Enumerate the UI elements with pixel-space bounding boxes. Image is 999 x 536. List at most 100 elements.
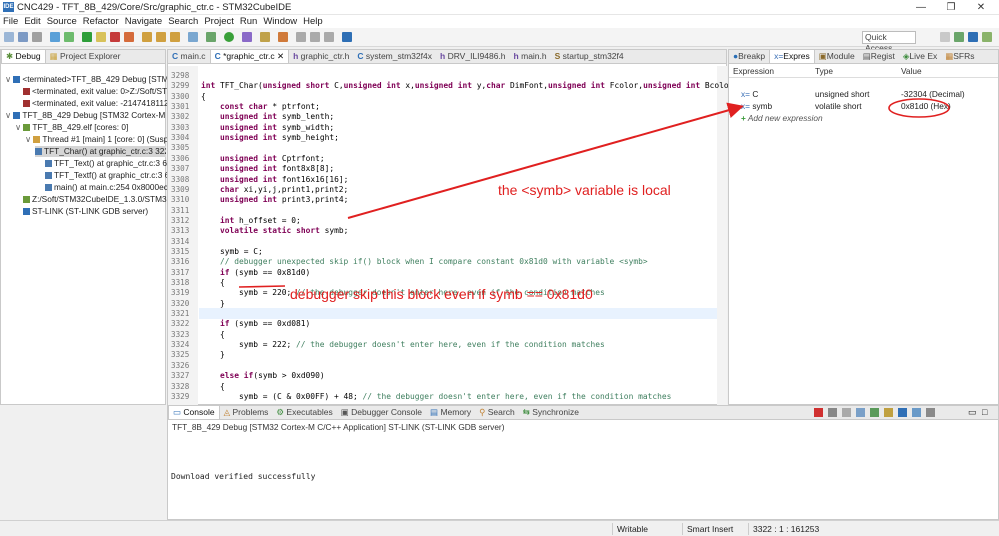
- code-line[interactable]: unsigned int symb_width;: [201, 123, 334, 132]
- tree-item[interactable]: ∨ <terminated>TFT_8B_429 Debug [STM32: [5, 74, 178, 85]
- code-line[interactable]: char xi,yi,j,print1,print2;: [201, 185, 348, 194]
- perspective-cpp-icon[interactable]: [968, 32, 978, 42]
- menu-navigate[interactable]: Navigate: [122, 15, 166, 28]
- tree-item-selected[interactable]: TFT_Char() at graphic_ctr.c:3 322: [35, 146, 166, 157]
- minimize-view-icon[interactable]: ▭: [968, 407, 977, 418]
- next-annotation-icon[interactable]: [296, 32, 306, 42]
- remove-all-icon[interactable]: [842, 408, 851, 417]
- menu-refactor[interactable]: Refactor: [80, 15, 122, 28]
- code-line[interactable]: unsigned int symb_lenth;: [201, 112, 334, 121]
- column-expression[interactable]: Expression: [733, 66, 774, 77]
- tab-registers[interactable]: ▤Regist: [859, 50, 899, 63]
- tree-item[interactable]: ∨ TFT_8B_429 Debug [STM32 Cortex-M C/C: [5, 110, 182, 121]
- code-line[interactable]: else if(symb > 0xd090): [201, 371, 325, 380]
- minimize-icon[interactable]: —: [906, 0, 936, 15]
- code-line[interactable]: {: [201, 382, 225, 391]
- close-icon[interactable]: ✕: [966, 0, 996, 15]
- menu-run[interactable]: Run: [237, 15, 260, 28]
- menu-help[interactable]: Help: [300, 15, 326, 28]
- tab-debugger-console[interactable]: ▣ Debugger Console: [337, 406, 426, 419]
- maximize-view-icon[interactable]: □: [982, 407, 987, 417]
- menu-edit[interactable]: Edit: [21, 15, 43, 28]
- open-perspective-icon[interactable]: [940, 32, 950, 42]
- code-line[interactable]: {: [201, 330, 225, 339]
- code-line[interactable]: unsigned int print3,print4;: [201, 195, 348, 204]
- menu-source[interactable]: Source: [44, 15, 80, 28]
- editor-tab[interactable]: h graphic_ctr.h: [289, 50, 353, 63]
- tree-item[interactable]: <terminated, exit value: -2147418112:: [23, 98, 171, 109]
- code-line[interactable]: int TFT_Char(unsigned short C,unsigned i…: [201, 81, 729, 90]
- tab-modules[interactable]: ▣Module: [815, 50, 859, 63]
- tab-project-explorer[interactable]: ▦ Project Explorer: [46, 50, 125, 63]
- code-line[interactable]: {: [201, 278, 225, 287]
- external-tools-icon[interactable]: [242, 32, 252, 42]
- code-line[interactable]: const char * ptrfont;: [201, 102, 320, 111]
- menu-file[interactable]: File: [0, 15, 21, 28]
- code-line[interactable]: volatile static short symb;: [201, 226, 348, 235]
- open-type-icon[interactable]: [260, 32, 270, 42]
- new-icon[interactable]: [4, 32, 14, 42]
- device-config-icon[interactable]: [342, 32, 352, 42]
- build-icon[interactable]: [50, 32, 60, 42]
- menu-window[interactable]: Window: [260, 15, 300, 28]
- tree-item[interactable]: <terminated, exit value: 0>Z:/Soft/STM: [23, 86, 174, 97]
- run-icon[interactable]: [224, 32, 234, 42]
- code-line[interactable]: // debugger unexpected skip if() block w…: [201, 257, 648, 266]
- display-console-icon[interactable]: [912, 408, 921, 417]
- tab-breakpoints[interactable]: ●Breakp: [729, 50, 769, 63]
- open-console-icon[interactable]: [926, 408, 935, 417]
- instruction-step-icon[interactable]: [188, 32, 198, 42]
- suspend-icon[interactable]: [96, 32, 106, 42]
- tab-debug[interactable]: ✱ Debug: [1, 50, 46, 63]
- word-wrap-icon[interactable]: [884, 408, 893, 417]
- editor-tab[interactable]: C system_stm32f4x: [353, 50, 436, 63]
- expression-row[interactable]: x= C: [741, 89, 758, 100]
- code-line[interactable]: {: [201, 92, 206, 101]
- tab-expressions[interactable]: x=Expres: [769, 50, 815, 63]
- back-icon[interactable]: [310, 32, 320, 42]
- tree-item[interactable]: Z:/Soft/STM32CubeIDE_1.3.0/STM32C: [23, 194, 177, 205]
- step-over-icon[interactable]: [156, 32, 166, 42]
- code-line[interactable]: if (symb == 0xd081): [201, 319, 310, 328]
- step-return-icon[interactable]: [170, 32, 180, 42]
- scroll-lock-icon[interactable]: [870, 408, 879, 417]
- tab-sfrs[interactable]: ▦SFRs: [941, 50, 978, 63]
- code-line[interactable]: }: [201, 299, 225, 308]
- resume-icon[interactable]: [82, 32, 92, 42]
- tab-console[interactable]: ▭ Console: [168, 406, 220, 419]
- code-line[interactable]: int h_offset = 0;: [201, 216, 301, 225]
- tab-search[interactable]: ⚲ Search: [475, 406, 519, 419]
- debug-icon[interactable]: [64, 32, 74, 42]
- disconnect-icon[interactable]: [124, 32, 134, 42]
- tab-problems[interactable]: ◬ Problems: [220, 406, 273, 419]
- tab-synchronize[interactable]: ⇆ Synchronize: [519, 406, 583, 419]
- perspective-device-icon[interactable]: [982, 32, 992, 42]
- editor-tab[interactable]: h main.h: [510, 50, 551, 63]
- column-type[interactable]: Type: [815, 66, 833, 77]
- code-line[interactable]: unsigned int font8x8[8];: [201, 164, 334, 173]
- expression-row[interactable]: x= symb: [741, 101, 772, 112]
- save-icon[interactable]: [18, 32, 28, 42]
- maximize-icon[interactable]: ❐: [936, 0, 966, 15]
- editor-tab-active[interactable]: C *graphic_ctr.c ✕: [209, 50, 290, 63]
- save-all-icon[interactable]: [32, 32, 42, 42]
- tree-item[interactable]: TFT_Text() at graphic_ctr.c:3 659: [45, 158, 176, 169]
- code-line[interactable]: unsigned int symb_height;: [201, 133, 339, 142]
- step-into-icon[interactable]: [142, 32, 152, 42]
- editor-tab[interactable]: S startup_stm32f4: [551, 50, 628, 63]
- forward-icon[interactable]: [324, 32, 334, 42]
- quick-access-input[interactable]: Quick Access: [862, 31, 916, 53]
- editor-tab[interactable]: h DRV_ILI9486.h: [436, 50, 510, 63]
- menu-search[interactable]: Search: [165, 15, 201, 28]
- terminate-console-icon[interactable]: [814, 408, 823, 417]
- tree-item[interactable]: ∨ Thread #1 [main] 1 [core: 0] (Suspe: [25, 134, 173, 145]
- code-line[interactable]: symb = C;: [201, 247, 263, 256]
- code-line[interactable]: unsigned int font16x16[16];: [201, 175, 348, 184]
- tab-executables[interactable]: ⚙ Executables: [272, 406, 336, 419]
- column-value[interactable]: Value: [901, 66, 922, 77]
- terminate-icon[interactable]: [110, 32, 120, 42]
- perspective-debug-icon[interactable]: [954, 32, 964, 42]
- overview-ruler[interactable]: [717, 66, 727, 406]
- tree-item[interactable]: ST-LINK (ST-LINK GDB server): [23, 206, 148, 217]
- tree-item[interactable]: TFT_Textf() at graphic_ctr.c:3 627: [45, 170, 179, 181]
